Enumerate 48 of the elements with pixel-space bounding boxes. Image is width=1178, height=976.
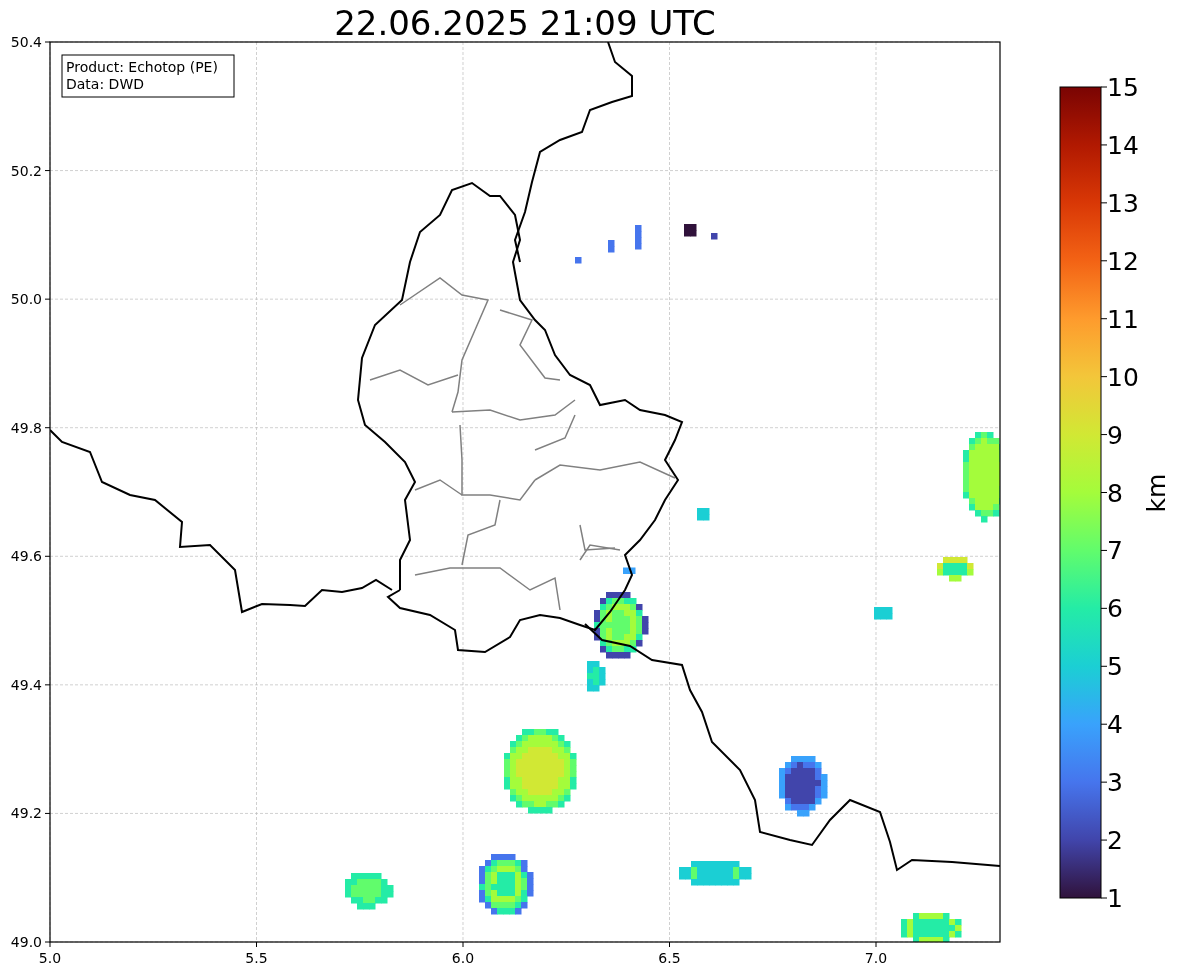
x-axis-tick-label: 7.0	[864, 950, 888, 966]
colorbar-tick-label: 2	[1107, 826, 1123, 856]
colorbar-tick-label: 6	[1107, 594, 1123, 624]
y-axis-tick-label: 50.2	[10, 162, 42, 179]
radar-echo	[697, 508, 710, 521]
colorbar-tick-label: 7	[1107, 536, 1123, 566]
radar-echo	[587, 661, 606, 692]
y-axis-tick-label: 49.6	[10, 548, 42, 565]
info-text: Data: DWD	[66, 76, 144, 92]
y-axis-tick-label: 49.2	[10, 805, 42, 822]
x-axis-tick-label: 6.0	[451, 950, 475, 966]
y-axis-tick-label: 49.8	[10, 419, 42, 436]
radar-echo	[623, 567, 636, 574]
radar-echo	[345, 873, 394, 910]
colorbar-tick-label: 9	[1107, 420, 1123, 450]
x-axis-tick-label: 5.0	[38, 950, 62, 966]
y-axis-tick-label: 49.0	[10, 934, 42, 950]
radar-echo	[901, 913, 962, 942]
y-axis-tick-label: 50.0	[10, 291, 42, 308]
radar-echo	[779, 756, 828, 817]
x-axis-tick-label: 6.5	[658, 950, 681, 966]
colorbar-tick-label: 13	[1107, 188, 1139, 218]
colorbar-tick-label: 15	[1107, 73, 1139, 102]
region-border	[499, 309, 561, 381]
colorbar-tick-label: 5	[1107, 652, 1123, 682]
radar-echo	[711, 233, 718, 240]
radar-echo	[937, 557, 974, 582]
radar-echo	[635, 225, 642, 250]
colorbar-tick-label: 8	[1107, 478, 1123, 508]
x-axis-tick-label: 5.5	[245, 950, 268, 966]
colorbar-tick-label: 10	[1107, 362, 1139, 392]
radar-echo	[684, 224, 697, 237]
colorbar-tick-label: 12	[1107, 246, 1139, 276]
colorbar-tick-label: 14	[1107, 130, 1139, 160]
radar-echo	[608, 240, 615, 253]
colorbar-label: km	[1142, 473, 1171, 513]
colorbar-tick-label: 1	[1107, 884, 1123, 913]
chart-title: 22.06.2025 21:09 UTC	[334, 3, 716, 43]
radar-echo	[575, 257, 582, 264]
colorbar-tick-label: 3	[1107, 768, 1123, 798]
y-axis-tick-label: 49.4	[10, 676, 42, 693]
colorbar-tick-label: 4	[1107, 710, 1123, 740]
radar-echo	[874, 607, 893, 620]
radar-echo	[479, 854, 534, 915]
info-text: Product: Echotop (PE)	[66, 59, 218, 75]
y-axis-tick-label: 50.4	[10, 34, 42, 50]
colorbar-tick-label: 11	[1107, 304, 1139, 334]
radar-echo	[594, 592, 649, 659]
